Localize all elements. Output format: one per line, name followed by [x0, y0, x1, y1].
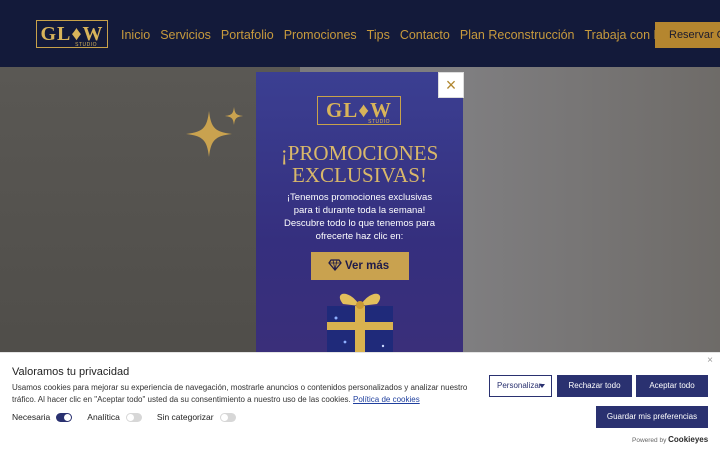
nav-item-servicios[interactable]: Servicios	[160, 26, 211, 44]
toggle-analitica: Analítica	[87, 412, 142, 422]
toggle-label-analitica: Analítica	[87, 412, 120, 422]
toggle-necesaria: Necesaria	[12, 412, 73, 422]
powered-by-label: Powered by	[632, 437, 667, 444]
popup-title-line2: EXCLUSIVAS!	[292, 163, 427, 187]
popup-body-text: ¡Tenemos promociones exclusivas para ti …	[283, 192, 436, 242]
popup-title-line1: ¡PROMOCIONES	[280, 141, 439, 165]
gift-box-icon	[327, 293, 393, 354]
nav-item-tips[interactable]: Tips	[367, 26, 390, 44]
reject-all-button[interactable]: Rechazar todo	[557, 375, 632, 397]
sparkle-small-icon	[225, 107, 243, 125]
site-header: GL♦W STUDIO Inicio Servicios Portafolio …	[0, 0, 720, 67]
site-logo[interactable]: GL♦W STUDIO	[36, 20, 108, 48]
caret-down-icon	[539, 384, 545, 388]
cookie-banner: × Valoramos tu privacidad Usamos cookies…	[0, 352, 720, 450]
save-preferences-button[interactable]: Guardar mis preferencias	[596, 406, 708, 428]
cookie-policy-link[interactable]: Política de cookies	[353, 395, 420, 404]
toggle-sin-categorizar: Sin categorizar	[157, 412, 236, 422]
analitica-switch[interactable]	[125, 412, 142, 422]
nav-item-portafolio[interactable]: Portafolio	[221, 26, 274, 44]
popup-logo-subtext: STUDIO	[368, 119, 390, 125]
ver-mas-label: Ver más	[345, 260, 390, 272]
ver-mas-button[interactable]: Ver más	[311, 252, 409, 280]
diamond-icon	[328, 259, 342, 271]
cookie-toggles: Necesaria Analítica Sin categorizar	[12, 412, 251, 422]
sin-categorizar-switch[interactable]	[219, 412, 236, 422]
nav-item-plan-reconstruccion[interactable]: Plan Reconstrucción	[460, 26, 575, 44]
accept-all-button[interactable]: Aceptar todo	[636, 375, 708, 397]
nav-item-inicio[interactable]: Inicio	[121, 26, 150, 44]
customize-button[interactable]: Personalizar	[489, 375, 552, 397]
promo-popup: GL♦W STUDIO ¡PROMOCIONES EXCLUSIVAS! ¡Te…	[256, 72, 463, 354]
necesaria-switch[interactable]	[56, 412, 73, 422]
customize-label: Personalizar	[497, 381, 542, 390]
cookie-description: Usamos cookies para mejorar su experienc…	[12, 382, 472, 406]
powered-by: Powered by Cookieyes	[632, 435, 708, 444]
toggle-label-sin-categorizar: Sin categorizar	[156, 412, 214, 422]
book-appointment-button[interactable]: Reservar Cita	[655, 22, 720, 48]
nav-item-contacto[interactable]: Contacto	[400, 26, 450, 44]
cookieyes-logo[interactable]: Cookieyes	[668, 435, 708, 444]
cookie-title: Valoramos tu privacidad	[12, 366, 130, 378]
main-nav: Inicio Servicios Portafolio Promociones …	[121, 26, 714, 44]
toggle-label-necesaria: Necesaria	[12, 412, 51, 422]
logo-subtext: STUDIO	[75, 42, 97, 48]
cookie-close-icon[interactable]: ×	[704, 355, 716, 367]
nav-item-promociones[interactable]: Promociones	[284, 26, 357, 44]
popup-logo: GL♦W STUDIO	[317, 96, 401, 125]
popup-title: ¡PROMOCIONES EXCLUSIVAS!	[256, 142, 463, 186]
popup-close-button[interactable]: ×	[438, 72, 464, 98]
